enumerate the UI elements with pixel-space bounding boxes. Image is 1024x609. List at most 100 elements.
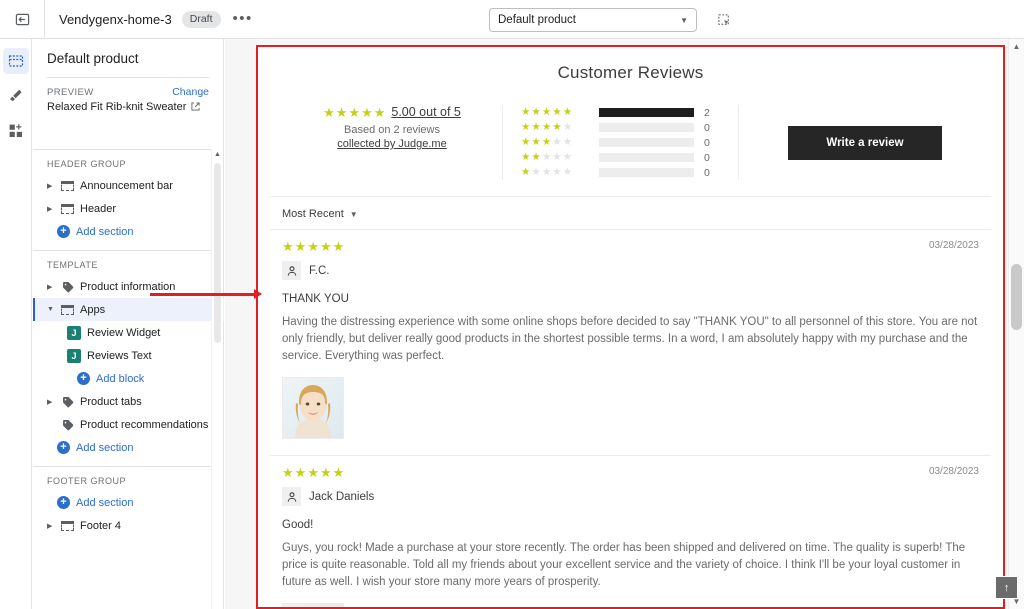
star-icon: ★	[562, 151, 573, 164]
tag-icon	[61, 419, 74, 431]
change-preview-link[interactable]: Change	[172, 86, 209, 98]
chevron-right-icon[interactable]: ▶	[47, 398, 55, 406]
star-icon: ★	[521, 136, 531, 149]
collected-by-link[interactable]: collected by Judge.me	[337, 138, 446, 150]
group-caption: TEMPLATE	[47, 260, 98, 270]
back-to-top-button[interactable]: ↑	[995, 576, 1018, 599]
star-icon: ★	[541, 121, 552, 134]
theme-name: Vendygenx-home-3	[59, 11, 172, 27]
sidebar-item-product-tabs[interactable]: ▶ Product tabs	[33, 390, 224, 413]
star-icon: ★	[332, 465, 345, 480]
review-author: F.C.	[282, 261, 979, 280]
sidebar-item-reviews-text[interactable]: J Reviews Text	[33, 344, 224, 367]
review-item: ★ ★ ★ ★ ★ 03/28/2023 Jack Daniels Good! G	[270, 455, 991, 607]
sections-sidebar: Default product PREVIEW Change Relaxed F…	[33, 39, 224, 609]
histogram-row[interactable]: ★ ★ ★ ★ ★ 0	[521, 120, 738, 135]
sort-dropdown[interactable]: Most Recent ▼	[282, 208, 358, 220]
star-icon: ★	[541, 136, 552, 149]
sections-icon[interactable]	[2, 48, 29, 74]
section-group-template: TEMPLATE ▶ Product information ▼ Apps J …	[33, 251, 224, 467]
star-icon: ★	[552, 151, 562, 164]
scrollbar-thumb[interactable]	[214, 163, 221, 343]
histogram-row[interactable]: ★ ★ ★ ★ ★ 2	[521, 105, 738, 120]
star-icon: ★	[332, 239, 345, 254]
star-icon: ★	[521, 106, 531, 119]
histogram-count: 2	[704, 106, 710, 119]
preview-product-name: Relaxed Fit Rib-knit Sweater	[47, 101, 187, 113]
star-icon: ★	[552, 136, 562, 149]
plus-icon: +	[57, 441, 70, 454]
chevron-right-icon[interactable]: ▶	[47, 205, 55, 213]
write-a-review-button[interactable]: Write a review	[788, 125, 942, 160]
average-stars: ★ ★ ★ ★ ★	[323, 106, 385, 119]
review-stars: ★ ★ ★ ★ ★	[282, 466, 344, 479]
histogram-bar	[599, 108, 694, 117]
histogram-row[interactable]: ★ ★ ★ ★ ★ 0	[521, 135, 738, 150]
add-section-label: Add section	[76, 225, 134, 238]
sidebar-item-review-widget[interactable]: J Review Widget	[33, 321, 224, 344]
sidebar-item-announcement-bar[interactable]: ▶ Announcement bar	[33, 174, 224, 197]
star-icon: ★	[531, 151, 541, 164]
histogram-stars-2: ★ ★ ★ ★ ★	[521, 152, 589, 163]
top-bar: Vendygenx-home-3 Draft ••• Default produ…	[0, 0, 1024, 39]
star-icon: ★	[552, 166, 562, 179]
plus-icon: +	[57, 496, 70, 509]
sidebar-scrollbar[interactable]: ▲	[211, 149, 223, 609]
preview-product: Relaxed Fit Rib-knit Sweater	[47, 101, 209, 113]
chevron-down-icon: ▼	[680, 15, 688, 25]
chevron-down-icon[interactable]: ▼	[47, 306, 55, 313]
canvas-scrollbar[interactable]: ▲ ▼	[1008, 39, 1024, 609]
judgeme-icon: J	[67, 325, 81, 340]
tag-icon	[61, 396, 74, 408]
review-widget-frame[interactable]: Customer Reviews ★ ★ ★ ★ ★ 5.00 out of 5	[256, 45, 1005, 609]
page-title: Default product	[47, 51, 139, 66]
histogram-row[interactable]: ★ ★ ★ ★ ★ 0	[521, 165, 738, 180]
exit-editor-icon[interactable]	[6, 3, 38, 35]
review-date: 03/28/2023	[928, 240, 979, 251]
star-icon: ★	[562, 121, 573, 134]
add-section-button-header[interactable]: + Add section	[33, 220, 224, 243]
section-icon	[61, 203, 74, 214]
star-icon: ★	[307, 465, 319, 480]
scrollbar-thumb[interactable]	[1011, 264, 1022, 330]
histogram-stars-5: ★ ★ ★ ★ ★	[521, 107, 589, 118]
sort-bar: Most Recent ▼	[270, 197, 991, 229]
template-select[interactable]: Default product ▼	[489, 8, 697, 32]
add-section-button-footer[interactable]: + Add section	[33, 491, 224, 514]
review-author: Jack Daniels	[282, 487, 979, 506]
review-photo[interactable]	[282, 603, 344, 607]
sidebar-item-header[interactable]: ▶ Header	[33, 197, 224, 220]
chevron-right-icon[interactable]: ▶	[47, 182, 55, 190]
external-link-icon[interactable]	[191, 101, 200, 113]
review-photo[interactable]	[282, 377, 344, 439]
sidebar-item-label: Product information	[80, 280, 176, 293]
toolbar-divider	[44, 0, 45, 39]
scroll-up-icon[interactable]: ▲	[1009, 39, 1024, 54]
add-section-button-template[interactable]: + Add section	[33, 436, 224, 459]
star-icon: ★	[541, 151, 552, 164]
histogram-stars-3: ★ ★ ★ ★ ★	[521, 137, 589, 148]
app-embeds-icon[interactable]	[3, 118, 29, 144]
star-icon: ★	[531, 136, 541, 149]
theme-settings-icon[interactable]	[3, 83, 29, 109]
histogram-count: 0	[704, 151, 710, 164]
chevron-right-icon[interactable]: ▶	[47, 522, 55, 530]
more-actions-icon[interactable]: •••	[233, 11, 253, 26]
element-picker-icon[interactable]	[711, 8, 737, 32]
sidebar-item-footer-4[interactable]: ▶ Footer 4	[33, 514, 224, 537]
sidebar-item-label: Footer 4	[80, 519, 121, 532]
chevron-right-icon[interactable]: ▶	[47, 283, 55, 291]
sidebar-item-apps[interactable]: ▼ Apps	[33, 298, 224, 321]
histogram-row[interactable]: ★ ★ ★ ★ ★ 0	[521, 150, 738, 165]
star-icon: ★	[373, 104, 386, 120]
plus-icon: +	[57, 225, 70, 238]
add-block-button[interactable]: + Add block	[33, 367, 224, 390]
star-icon: ★	[552, 106, 562, 119]
status-badge: Draft	[181, 10, 221, 28]
scroll-up-icon[interactable]: ▲	[212, 149, 223, 160]
star-icon: ★	[307, 239, 319, 254]
star-icon: ★	[562, 136, 573, 149]
sidebar-item-product-recommendations[interactable]: ▶ Product recommendations	[33, 413, 224, 436]
judgeme-review-widget: Customer Reviews ★ ★ ★ ★ ★ 5.00 out of 5	[258, 63, 1003, 607]
avatar-icon	[282, 261, 301, 280]
